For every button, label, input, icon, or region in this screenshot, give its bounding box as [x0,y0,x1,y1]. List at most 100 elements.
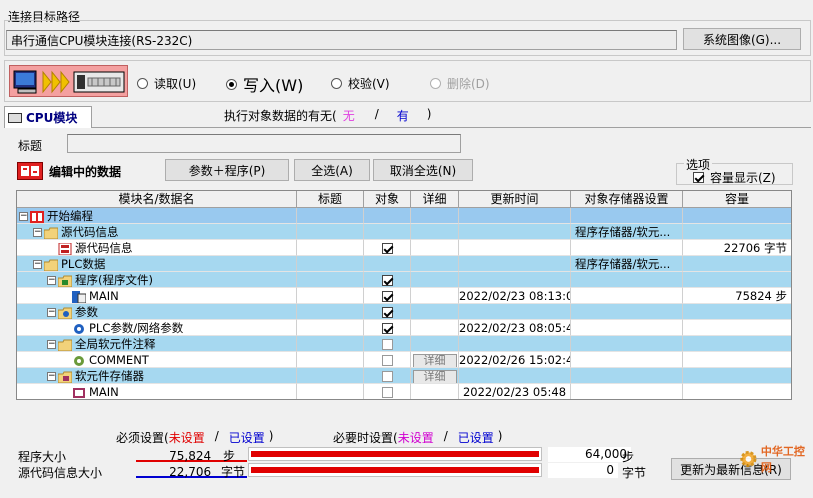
table-row[interactable]: − 程序(程序文件) [17,272,791,288]
row-title-cell[interactable] [297,384,364,399]
title-label: 标题 [18,139,43,153]
table-row[interactable]: −PLC参数/网络参数 2022/02/23 08:05:47 [17,320,791,336]
col-header-detail[interactable]: 详细 [411,191,459,207]
row-memory-cell[interactable]: 程序存储器/软元... [571,256,683,272]
table-row[interactable]: − 全局软元件注释 [17,336,791,352]
row-title-cell[interactable] [297,368,364,384]
capacity-display-checkbox[interactable]: 容量显示(Z) [693,169,776,186]
tree-collapse-icon[interactable]: − [47,276,56,285]
table-row[interactable]: − 参数 [17,304,791,320]
dev-folder-icon [57,371,73,383]
row-detail-cell [411,224,459,240]
row-memory-cell[interactable] [571,208,683,224]
tree-collapse-icon[interactable]: − [47,340,56,349]
row-title-cell[interactable] [297,240,364,256]
tree-collapse-icon[interactable]: − [19,212,28,221]
col-header-target[interactable]: 对象 [364,191,411,207]
target-checkbox[interactable] [381,291,393,302]
deselect-all-button[interactable]: 取消全选(N) [373,159,473,181]
row-title-cell[interactable] [297,288,364,304]
row-memory-cell[interactable]: 程序存储器/软元... [571,224,683,240]
capacity-display-check[interactable] [693,172,704,183]
row-memory-cell[interactable] [571,352,683,368]
row-name-cell[interactable]: − 程序(程序文件) [17,272,297,288]
optional-close: ) [497,429,503,443]
row-name: COMMENT [89,353,149,367]
row-memory-cell[interactable] [571,384,683,399]
row-title-cell[interactable] [297,224,364,240]
row-title-cell[interactable] [297,304,364,320]
write-radio-circle[interactable] [226,78,237,90]
table-row[interactable]: −MAIN 2022/02/23 08:13:01 75824 步 [17,288,791,304]
row-name-cell[interactable]: − 开始编程 [17,208,297,224]
row-name-cell[interactable]: −PLC参数/网络参数 [17,320,297,336]
row-title-cell[interactable] [297,256,364,272]
col-header-name[interactable]: 模块名/数据名 [17,191,297,207]
row-memory-cell[interactable] [571,368,683,384]
row-title-cell[interactable] [297,320,364,336]
select-all-button[interactable]: 全选(A) [294,159,370,181]
tree-collapse-icon[interactable]: − [47,308,56,317]
param-program-button[interactable]: 参数＋程序(P) [165,159,289,181]
col-header-time[interactable]: 更新时间 [459,191,571,207]
col-header-title[interactable]: 标题 [297,191,364,207]
target-checkbox[interactable] [381,323,393,334]
tree-collapse-icon[interactable]: − [47,372,56,381]
tree-collapse-icon[interactable]: − [33,228,42,237]
row-memory-cell[interactable] [571,320,683,336]
detail-button[interactable]: 详细 [412,370,457,383]
row-time-cell [459,272,571,288]
row-title-cell[interactable] [297,272,364,288]
table-row[interactable]: −COMMENT 详细2022/02/26 15:02:46 [17,352,791,368]
table-row[interactable]: − PLC数据 程序存储器/软元... [17,256,791,272]
row-title-cell[interactable] [297,352,364,368]
target-checkbox[interactable] [381,243,393,254]
target-checkbox[interactable] [381,387,393,398]
write-radio[interactable]: 写入(W) [226,72,303,96]
row-name: 源代码信息 [61,225,119,239]
row-title-cell[interactable] [297,336,364,352]
table-row[interactable]: − 软元件存储器 详细 [17,368,791,384]
row-name-cell[interactable]: −源代码信息 [17,240,297,256]
row-name-cell[interactable]: − 全局软元件注释 [17,336,297,352]
table-row[interactable]: − 源代码信息 程序存储器/软元... [17,224,791,240]
table-row[interactable]: −MAIN 2022/02/23 05:48 [17,384,791,399]
row-memory-cell[interactable] [571,336,683,352]
target-checkbox[interactable] [381,355,393,366]
row-name-cell[interactable]: − 源代码信息 [17,224,297,240]
row-name-cell[interactable]: − 参数 [17,304,297,320]
detail-button[interactable]: 详细 [412,354,457,367]
data-table: 模块名/数据名 标题 对象 详细 更新时间 对象存储器设置 容量 − 开始编程 − 源… [16,190,792,400]
row-name-cell[interactable]: −COMMENT [17,352,297,368]
table-row[interactable]: − 开始编程 [17,208,791,224]
col-header-capacity[interactable]: 容量 [683,191,791,207]
tree-collapse-icon[interactable]: − [33,260,42,269]
table-row[interactable]: −源代码信息 22706 字节 [17,240,791,256]
target-checkbox[interactable] [381,275,393,286]
system-image-button[interactable]: 系统图像(G)... [683,28,801,50]
target-checkbox[interactable] [381,371,393,382]
col-header-memory[interactable]: 对象存储器设置 [571,191,683,207]
verify-radio-circle[interactable] [331,78,342,89]
row-memory-cell[interactable] [571,272,683,288]
row-capacity-cell [683,352,791,368]
row-name-cell[interactable]: −MAIN [17,288,297,304]
row-name-cell[interactable]: −MAIN [17,384,297,399]
row-name-cell[interactable]: − PLC数据 [17,256,297,272]
target-checkbox[interactable] [381,307,393,318]
read-radio-circle[interactable] [137,78,148,89]
verify-radio[interactable]: 校验(V) [331,75,390,92]
program-total-unit: 步 [622,450,635,464]
read-radio[interactable]: 读取(U) [137,75,196,92]
target-checkbox[interactable] [381,339,393,350]
tab-cpu-module[interactable]: CPU模块 [4,106,92,128]
title-input[interactable] [67,134,461,153]
folder-icon [43,259,59,271]
delete-radio: 删除(D) [430,75,490,92]
row-memory-cell[interactable] [571,288,683,304]
row-name-cell[interactable]: − 软元件存储器 [17,368,297,384]
row-memory-cell[interactable] [571,304,683,320]
row-memory-cell[interactable] [571,240,683,256]
program-size-label: 程序大小 [18,450,67,464]
row-title-cell[interactable] [297,208,364,224]
